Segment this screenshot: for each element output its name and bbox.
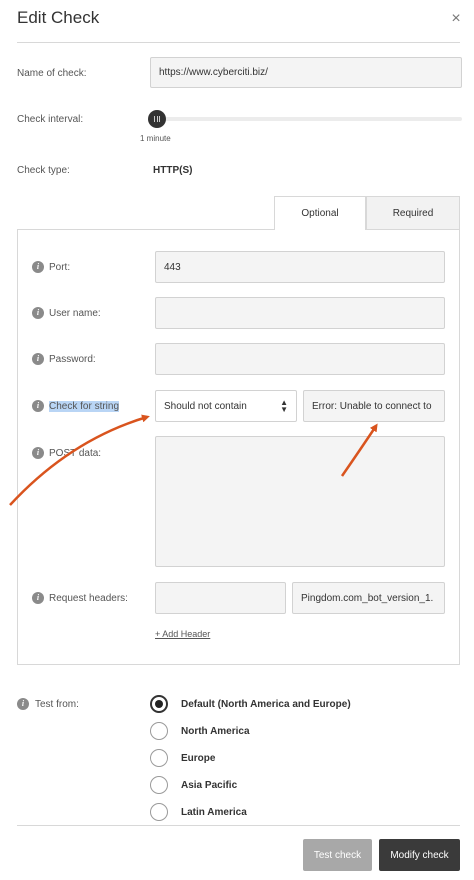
check-type-value: HTTP(S) [153,165,193,176]
radio-north-america-label[interactable]: North America [181,726,250,737]
check-string-label: Check for string [49,401,120,412]
request-headers-label: Request headers: [49,593,128,604]
radio-europe[interactable] [150,749,168,767]
username-label: User name: [49,308,101,319]
name-label: Name of check: [17,68,87,79]
radio-asia-pacific[interactable] [150,776,168,794]
username-input[interactable] [155,297,445,329]
post-data-label: POST data: [49,448,102,459]
interval-slider-handle[interactable] [148,110,166,128]
info-icon: i [17,698,29,710]
check-string-mode-value: Should not contain [164,400,247,412]
port-label: Port: [49,262,71,273]
check-string-mode-select[interactable]: Should not contain ▲ ▼ [155,390,297,422]
header-value-input[interactable]: Pingdom.com_bot_version_1. [292,582,445,614]
interval-slider-track[interactable] [150,117,462,121]
tab-required[interactable]: Required [366,196,460,230]
radio-default-label[interactable]: Default (North America and Europe) [181,699,351,710]
password-input[interactable] [155,343,445,375]
modify-check-button[interactable]: Modify check [379,839,460,871]
radio-north-america[interactable] [150,722,168,740]
radio-default[interactable] [150,695,168,713]
radio-latin-america-label[interactable]: Latin America [181,807,247,818]
info-icon: i [32,307,44,319]
radio-asia-pacific-label[interactable]: Asia Pacific [181,780,237,791]
footer-divider [17,825,460,826]
password-label: Password: [49,354,96,365]
add-header-link[interactable]: + Add Header [155,629,210,639]
grip-icon [154,116,160,122]
info-icon: i [32,261,44,273]
header-divider [17,42,460,43]
interval-value: 1 minute [140,134,171,143]
info-icon: i [32,592,44,604]
radio-europe-label[interactable]: Europe [181,753,215,764]
name-input[interactable]: https://www.cyberciti.biz/ [150,57,462,88]
select-arrows-icon: ▲ ▼ [280,398,288,414]
dialog-title: Edit Check [17,8,100,27]
interval-label: Check interval: [17,114,84,125]
post-data-textarea[interactable] [155,436,445,567]
header-name-input[interactable] [155,582,286,614]
check-string-input[interactable]: Error: Unable to connect to [303,390,445,422]
info-icon: i [32,447,44,459]
radio-latin-america[interactable] [150,803,168,821]
check-type-label: Check type: [17,165,70,176]
tab-optional[interactable]: Optional [274,196,366,230]
info-icon: i [32,353,44,365]
test-from-label: Test from: [35,699,79,710]
port-input[interactable]: 443 [155,251,445,283]
test-check-button[interactable]: Test check [303,839,372,871]
close-icon[interactable]: × [449,10,463,28]
info-icon: i [32,400,44,412]
